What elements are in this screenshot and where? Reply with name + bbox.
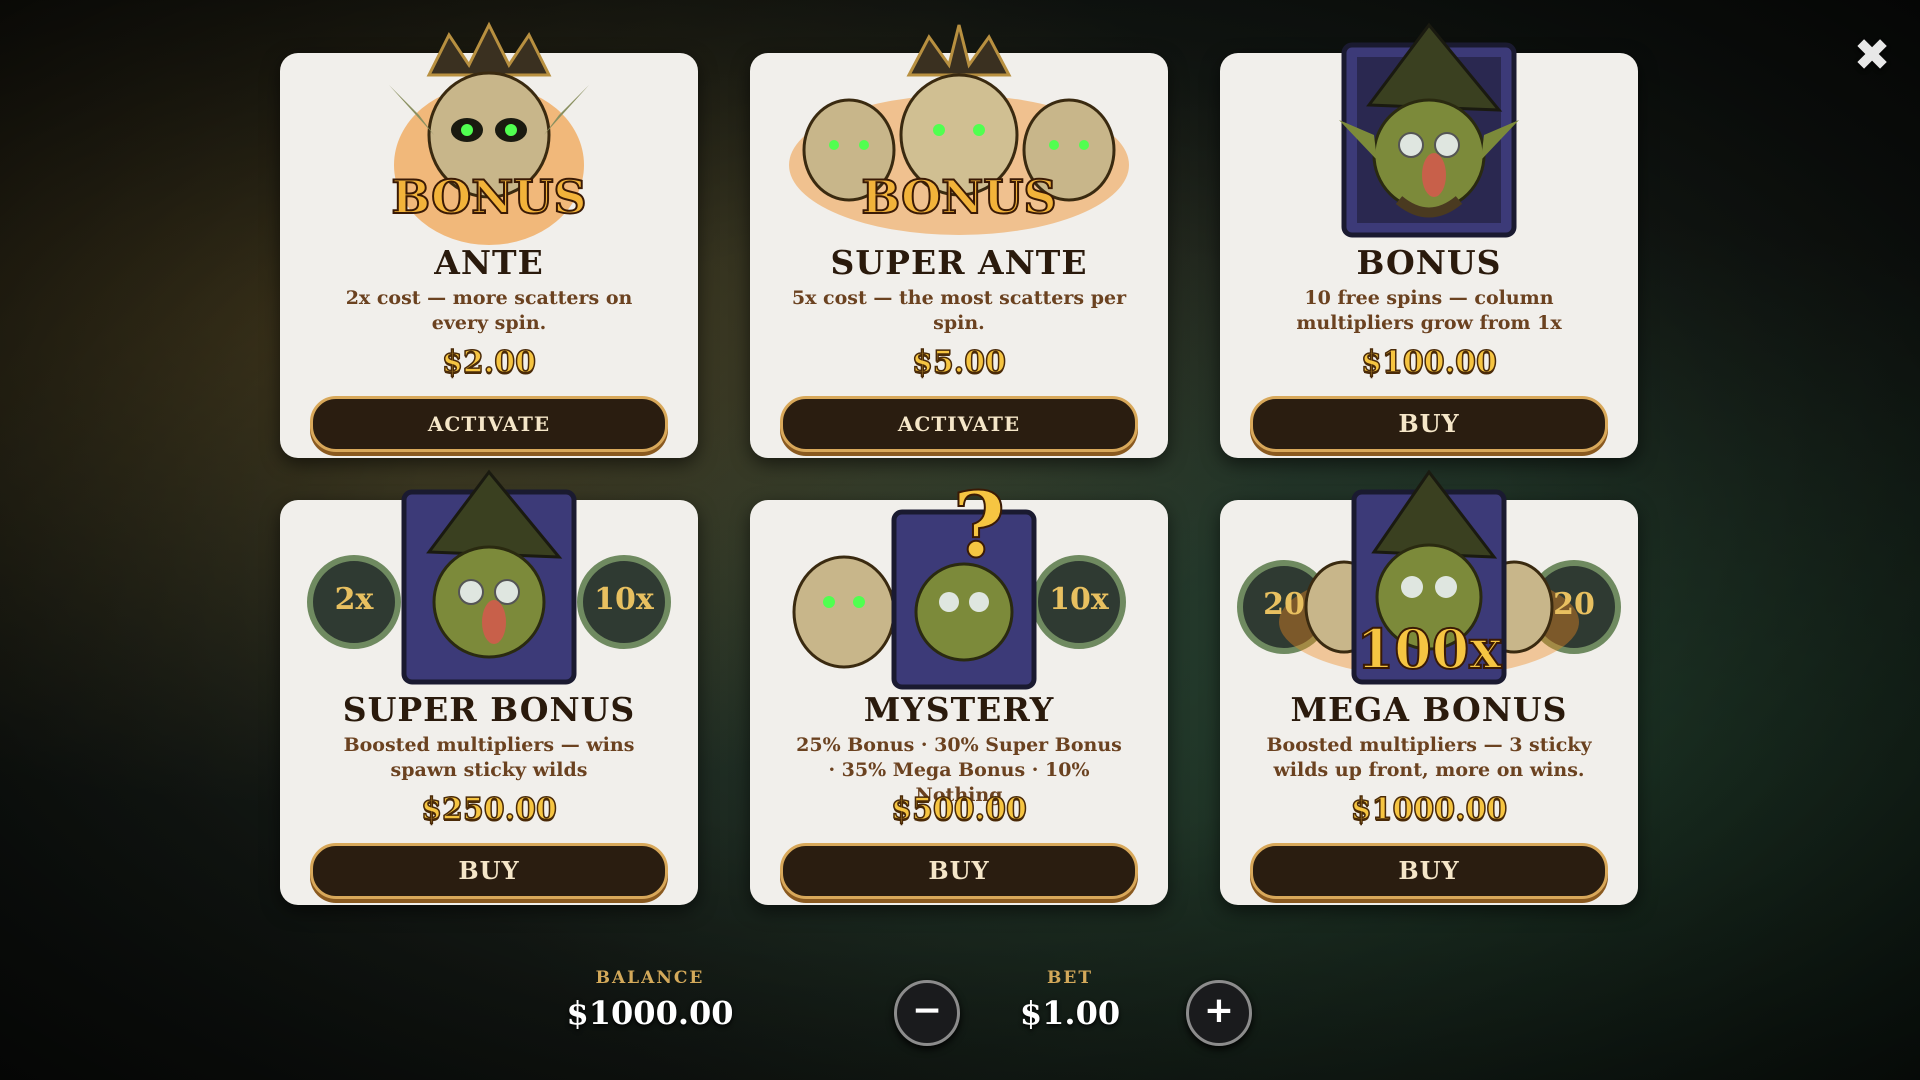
goblin-with-coins-icon: 2x 10x (307, 469, 671, 702)
card-description: 10 free spins — column multipliers grow … (1296, 287, 1562, 334)
mystery-goblin-icon: ? 10x (779, 471, 1139, 702)
card-ante: BONUS ANTE 2x cost — more scatters on ev… (280, 21, 698, 458)
activate-ante-button[interactable]: ACTIVATE (310, 396, 668, 452)
card-super-ante: BONUS SUPER ANTE 5x cost — the most scat… (750, 24, 1168, 458)
close-icon[interactable]: ✖ (1852, 34, 1892, 78)
card-price: $250.00 (420, 791, 557, 828)
buy-mega-bonus-button[interactable]: BUY (1250, 843, 1608, 899)
bonus-skull-icon: BONUS (309, 21, 669, 255)
multiplier-label: 100x (1356, 616, 1503, 682)
card-mystery: ? 10x MYSTERY 25% Bonus · 30% Super Bonu… (750, 471, 1168, 905)
buy-mystery-button[interactable]: BUY (780, 843, 1138, 899)
feature-buy-grid: BONUS ANTE 2x cost — more scatters on ev… (280, 21, 1640, 905)
card-price: $500.00 (890, 791, 1027, 828)
card-title: SUPER ANTE (830, 243, 1088, 282)
card-title: BONUS (1356, 243, 1502, 282)
balance-label: BALANCE (595, 968, 705, 988)
bonus-logo-text: BONUS (860, 169, 1057, 225)
buy-bonus-button[interactable]: BUY (1250, 396, 1608, 452)
card-title: ANTE (434, 243, 544, 282)
coin-left-label: 2x (334, 582, 374, 617)
bet-decrease-button[interactable]: − (894, 980, 960, 1046)
card-bonus: BONUS 10 free spins — column multipliers… (1220, 22, 1638, 458)
card-title: MEGA BONUS (1290, 690, 1568, 729)
buy-super-bonus-button[interactable]: BUY (310, 843, 668, 899)
question-mark-icon: ? (952, 471, 1007, 579)
card-description: Boosted multipliers — wins spawn sticky … (343, 734, 635, 781)
bet-label: BET (1047, 968, 1093, 988)
bottom-bar: BALANCE $1000.00 − BET $1.00 + (0, 960, 1920, 1060)
card-description: Boosted multipliers — 3 sticky wilds up … (1266, 734, 1592, 781)
card-price: $1000.00 (1350, 791, 1508, 828)
bet-increase-button[interactable]: + (1186, 980, 1252, 1046)
coin-right-label: 10x (594, 582, 654, 617)
card-title: SUPER BONUS (342, 690, 636, 729)
card-price: $100.00 (1360, 344, 1497, 381)
card-super-bonus: 2x 10x SUPER BONUS Boosted multipliers —… (280, 469, 698, 905)
card-title: MYSTERY (863, 690, 1055, 729)
activate-super-ante-button[interactable]: ACTIVATE (780, 396, 1138, 452)
mega-goblin-icon: 20 20 100x (1237, 469, 1621, 702)
bonus-logo-text: BONUS (390, 169, 587, 225)
card-mega-bonus: 20 20 100x MEGA BONUS Boosted multiplier… (1220, 469, 1638, 905)
card-description: 2x cost — more scatters on every spin. (345, 287, 633, 334)
balance-value: $1000.00 (566, 994, 734, 1032)
bet-value: $1.00 (1019, 994, 1121, 1032)
coin-right-label: 10x (1049, 582, 1109, 617)
goblin-wizard-icon (1249, 22, 1609, 255)
card-description: 5x cost — the most scatters per spin. (791, 287, 1127, 334)
card-price: $2.00 (441, 344, 536, 381)
card-price: $5.00 (911, 344, 1006, 381)
triple-bonus-skull-icon: BONUS (779, 24, 1139, 255)
